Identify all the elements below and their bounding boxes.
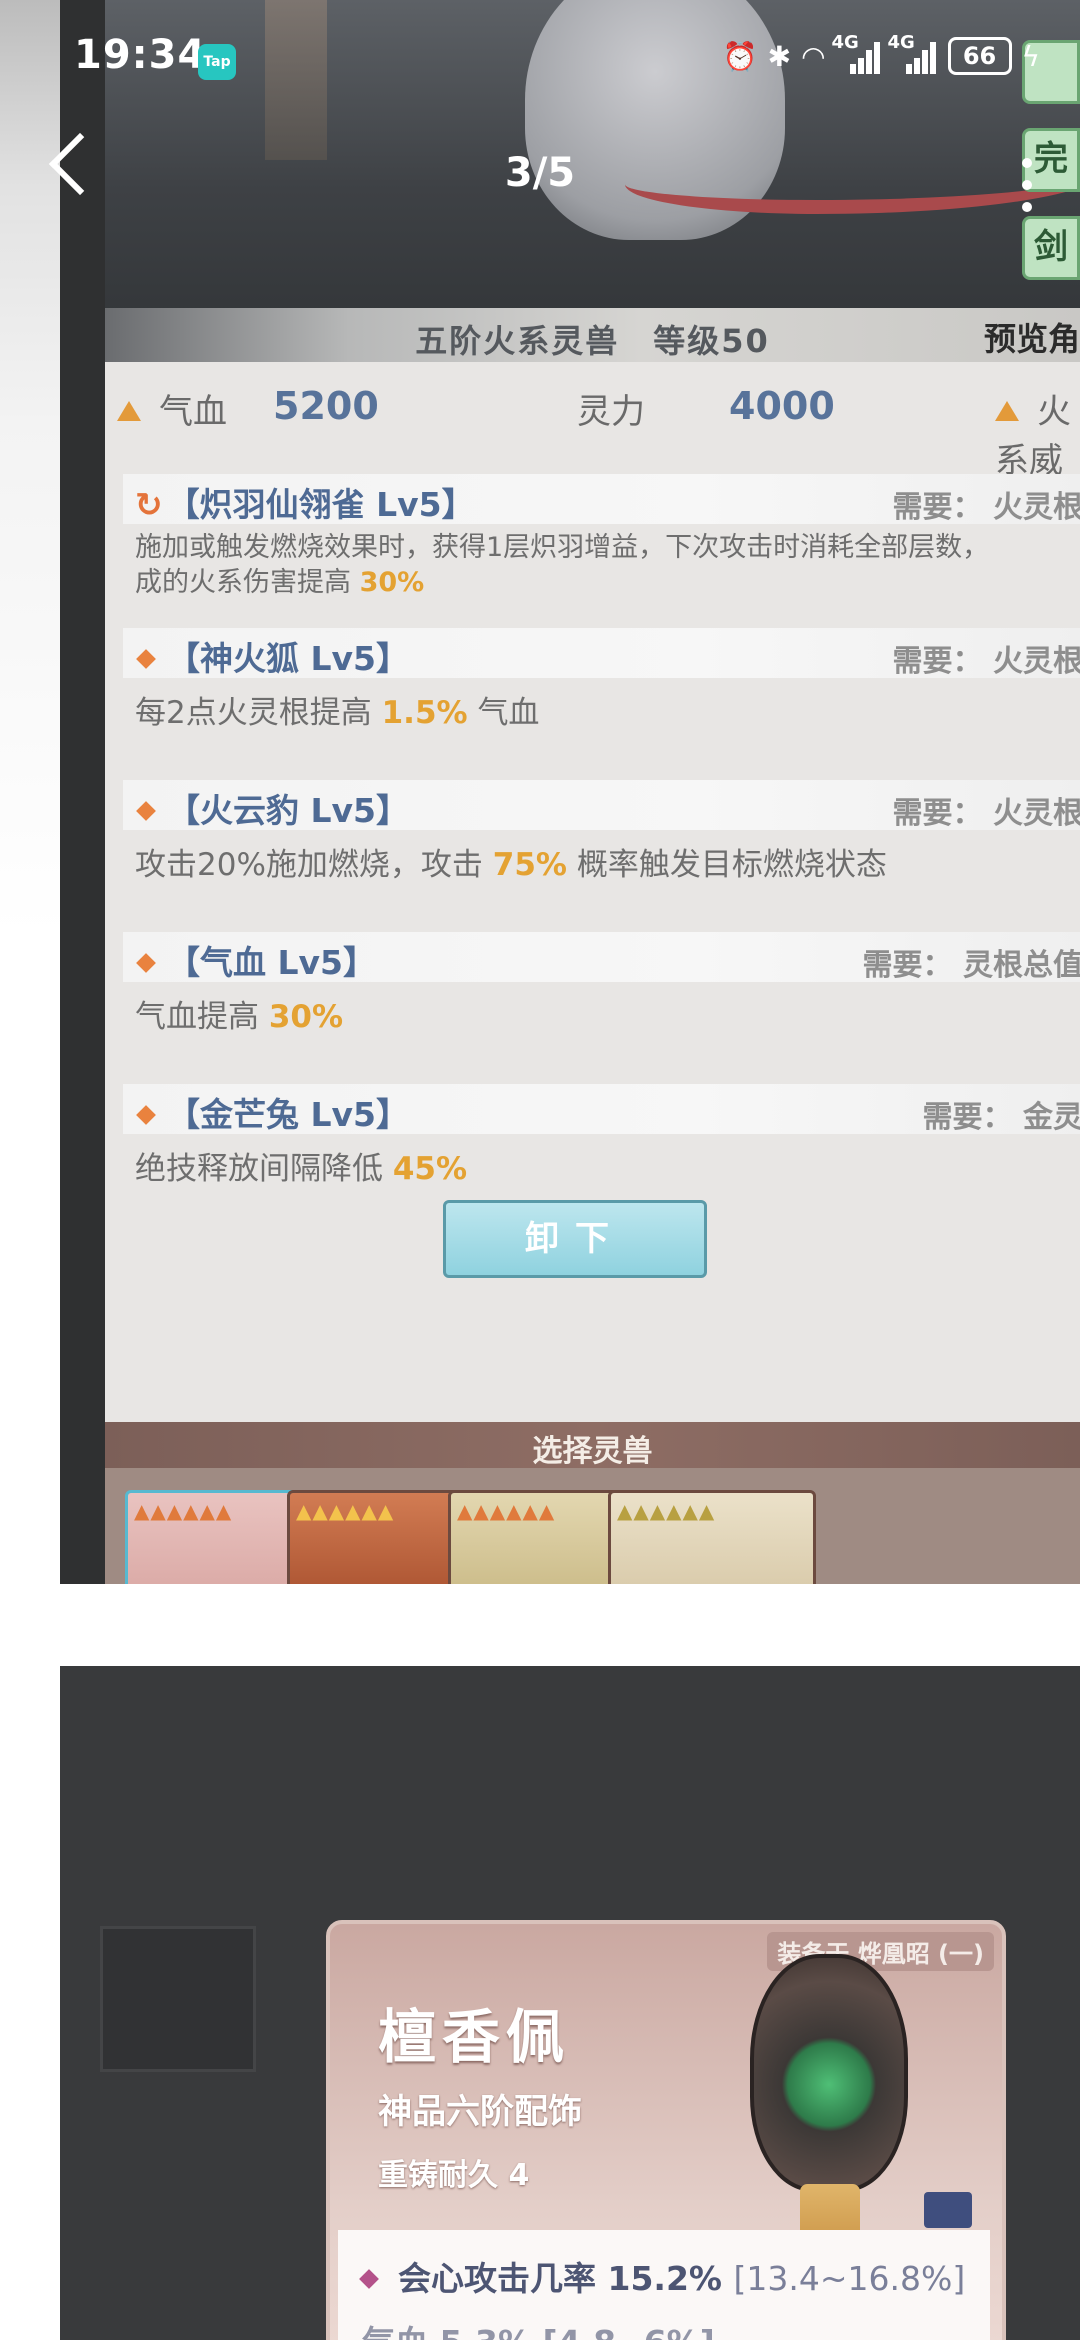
hp-stat: 气血 bbox=[117, 384, 227, 433]
unload-button[interactable]: 卸下 bbox=[443, 1200, 707, 1278]
skill-requirement: 需要： 火灵根 bbox=[892, 644, 1080, 679]
image-separator bbox=[60, 1584, 1080, 1666]
hp-label: 气血 bbox=[159, 392, 227, 432]
skill-desc-line: 成的火系伤害提高 30% bbox=[135, 565, 1075, 600]
equipment-attributes: 会心攻击几率 15.2% [13.4~16.8%] 气血 5.3% [4.8~6… bbox=[338, 2230, 990, 2340]
preview-label[interactable]: 预览角 bbox=[984, 314, 1080, 360]
status-bar: 19:34 Tap ⏰ ✱ ◠ 4G 4G 66 ϟ bbox=[0, 0, 1080, 120]
triangle-icon bbox=[995, 401, 1019, 421]
spirit-value: 4000 bbox=[729, 384, 835, 428]
skill-name: 【火云豹 Lv5】 bbox=[135, 784, 409, 832]
jade-pendant-icon bbox=[750, 1954, 908, 2192]
signal-icon: 4G bbox=[832, 32, 882, 76]
skill-name: 【气血 Lv5】 bbox=[135, 936, 376, 984]
hp-value: 5200 bbox=[273, 384, 379, 428]
status-icons: ⏰ ✱ ◠ 4G 4G 66 ϟ bbox=[722, 32, 1040, 78]
equipment-durability: 重铸耐久 4 bbox=[378, 2158, 530, 2193]
beast-title: 五阶火系灵兽 等级50 bbox=[415, 322, 770, 360]
attribute-label: 会心攻击几率 15.2% bbox=[398, 2259, 722, 2298]
alarm-icon: ⏰ bbox=[722, 39, 758, 73]
beast-stats-panel: 气血 5200 灵力 4000 火系威 ↻ 【炽羽仙翎雀 Lv5】 需要： 火灵根… bbox=[105, 362, 1080, 1422]
select-beast-label: 选择灵兽 bbox=[532, 1434, 653, 1469]
diamond-icon bbox=[359, 2269, 379, 2289]
diamond-icon bbox=[136, 801, 156, 821]
attribute-range: [13.4~16.8%] bbox=[733, 2259, 966, 2298]
skill-name-text: 【火云豹 Lv5】 bbox=[167, 791, 409, 830]
skill-desc-text: 每2点火灵根提高 bbox=[135, 695, 372, 731]
battery-icon: 66 bbox=[947, 37, 1012, 75]
beast-card[interactable]: ▲▲▲▲▲▲ bbox=[608, 1490, 816, 1584]
skill-highlight: 75% bbox=[492, 847, 567, 883]
skill-desc-5: 绝技释放间隔降低 45% bbox=[135, 1148, 1075, 1190]
skill-desc-text: 成的火系伤害提高 bbox=[135, 567, 351, 598]
skill-header-3: 【火云豹 Lv5】 需要： 火灵根 bbox=[123, 780, 1080, 832]
skill-desc-text: 概率触发目标燃烧状态 bbox=[576, 847, 887, 883]
skill-name: ↻ 【炽羽仙翎雀 Lv5】 bbox=[135, 478, 475, 526]
skill-desc-line: 施加或触发燃烧效果时，获得1层炽羽增益，下次攻击时消耗全部层数， bbox=[135, 532, 990, 563]
skill-desc-1: 施加或触发燃烧效果时，获得1层炽羽增益，下次攻击时消耗全部层数， 成的火系伤害提… bbox=[135, 530, 1075, 600]
skill-desc-text: 绝技释放间隔降低 bbox=[135, 1151, 383, 1187]
bluetooth-icon: ✱ bbox=[767, 39, 792, 73]
page-indicator: 3/5 bbox=[504, 150, 576, 196]
skill-highlight: 1.5% bbox=[381, 695, 468, 731]
cycle-icon: ↻ bbox=[135, 485, 163, 524]
viewer-left-edge bbox=[0, 0, 60, 2340]
clock: 19:34 bbox=[74, 32, 207, 78]
skill-requirement: 需要： 火灵根 bbox=[892, 490, 1080, 525]
skill-header-2: 【神火狐 Lv5】 需要： 火灵根 bbox=[123, 628, 1080, 680]
skill-highlight: 30% bbox=[359, 567, 425, 598]
skill-name: 【神火狐 Lv5】 bbox=[135, 632, 409, 680]
compare-icon[interactable] bbox=[924, 2192, 972, 2228]
attribute-row: 会心攻击几率 15.2% [13.4~16.8%] bbox=[359, 2252, 966, 2300]
diamond-icon bbox=[136, 953, 156, 973]
skill-highlight: 45% bbox=[392, 1151, 468, 1187]
card-stars: ▲▲▲▲▲▲ bbox=[457, 1499, 556, 1523]
skill-header-5: 【金芒兔 Lv5】 需要： 金灵 bbox=[123, 1084, 1080, 1136]
taptap-icon: Tap bbox=[198, 44, 236, 80]
card-stars: ▲▲▲▲▲▲ bbox=[296, 1499, 395, 1523]
skill-name-text: 【金芒兔 Lv5】 bbox=[167, 1095, 409, 1134]
skill-desc-text: 攻击20%施加燃烧，攻击 bbox=[135, 847, 483, 883]
skill-desc-text: 气血 bbox=[477, 695, 540, 731]
stat-row: 气血 5200 灵力 4000 火系威 bbox=[105, 384, 1080, 481]
diamond-icon bbox=[136, 649, 156, 669]
select-beast-bar: 选择灵兽 bbox=[105, 1422, 1080, 1469]
beast-title-bar: 五阶火系灵兽 等级50 预览角 bbox=[105, 308, 1080, 362]
skill-desc-3: 攻击20%施加燃烧，攻击 75% 概率触发目标燃烧状态 bbox=[135, 844, 1075, 886]
card-stars: ▲▲▲▲▲▲ bbox=[134, 1499, 233, 1523]
skill-header-1: ↻ 【炽羽仙翎雀 Lv5】 需要： 火灵根 bbox=[123, 474, 1080, 526]
screenshot-beast-panel[interactable]: 完 剑 五阶火系灵兽 等级50 预览角 气血 5200 灵力 4000 火系威 … bbox=[60, 0, 1080, 1584]
skill-name-text: 【炽羽仙翎雀 Lv5】 bbox=[166, 485, 475, 524]
equipment-grade: 神品六阶配饰 bbox=[378, 2092, 582, 2132]
skill-desc-text: 气血提高 bbox=[135, 999, 259, 1035]
more-options-icon[interactable] bbox=[1022, 158, 1032, 224]
screenshot-equipment[interactable]: 装备于 烨凰昭 (一) 檀香佩 神品六阶配饰 重铸耐久 4 会心攻击几率 15.… bbox=[60, 1666, 1080, 2340]
equipment-name: 檀香佩 bbox=[378, 2003, 571, 2071]
skill-name: 【金芒兔 Lv5】 bbox=[135, 1088, 409, 1136]
equipment-card: 装备于 烨凰昭 (一) 檀香佩 神品六阶配饰 重铸耐久 4 会心攻击几率 15.… bbox=[326, 1920, 1006, 2340]
attribute-row-partial: 气血 5.3% [4.8~6%] bbox=[362, 2316, 715, 2340]
fire-power-stat: 火系威 bbox=[995, 384, 1080, 482]
charging-icon: ϟ bbox=[1021, 39, 1040, 73]
spirit-label: 灵力 bbox=[577, 392, 645, 432]
signal-icon: 4G bbox=[888, 32, 938, 76]
skill-desc-2: 每2点火灵根提高 1.5% 气血 bbox=[135, 692, 1075, 734]
skill-header-4: 【气血 Lv5】 需要： 灵根总值 bbox=[123, 932, 1080, 984]
wifi-icon: ◠ bbox=[801, 39, 826, 73]
skill-desc-4: 气血提高 30% bbox=[135, 996, 1075, 1038]
skill-requirement: 需要： 火灵根 bbox=[892, 796, 1080, 831]
background-sketch bbox=[100, 1926, 256, 2072]
skill-highlight: 30% bbox=[268, 999, 344, 1035]
card-stars: ▲▲▲▲▲▲ bbox=[617, 1499, 716, 1523]
skill-name-text: 【气血 Lv5】 bbox=[167, 943, 376, 982]
skill-requirement: 需要： 灵根总值 bbox=[862, 948, 1080, 983]
triangle-icon bbox=[117, 401, 141, 421]
skill-name-text: 【神火狐 Lv5】 bbox=[167, 639, 409, 678]
viewer-top-bar: 3/5 bbox=[0, 130, 1080, 230]
skill-requirement: 需要： 金灵 bbox=[922, 1100, 1080, 1135]
beast-card-list: ▲▲▲▲▲▲ ▲▲▲▲▲▲ ▲▲▲▲▲▲ ▲▲▲▲▲▲ bbox=[105, 1468, 1080, 1584]
diamond-icon bbox=[136, 1105, 156, 1125]
